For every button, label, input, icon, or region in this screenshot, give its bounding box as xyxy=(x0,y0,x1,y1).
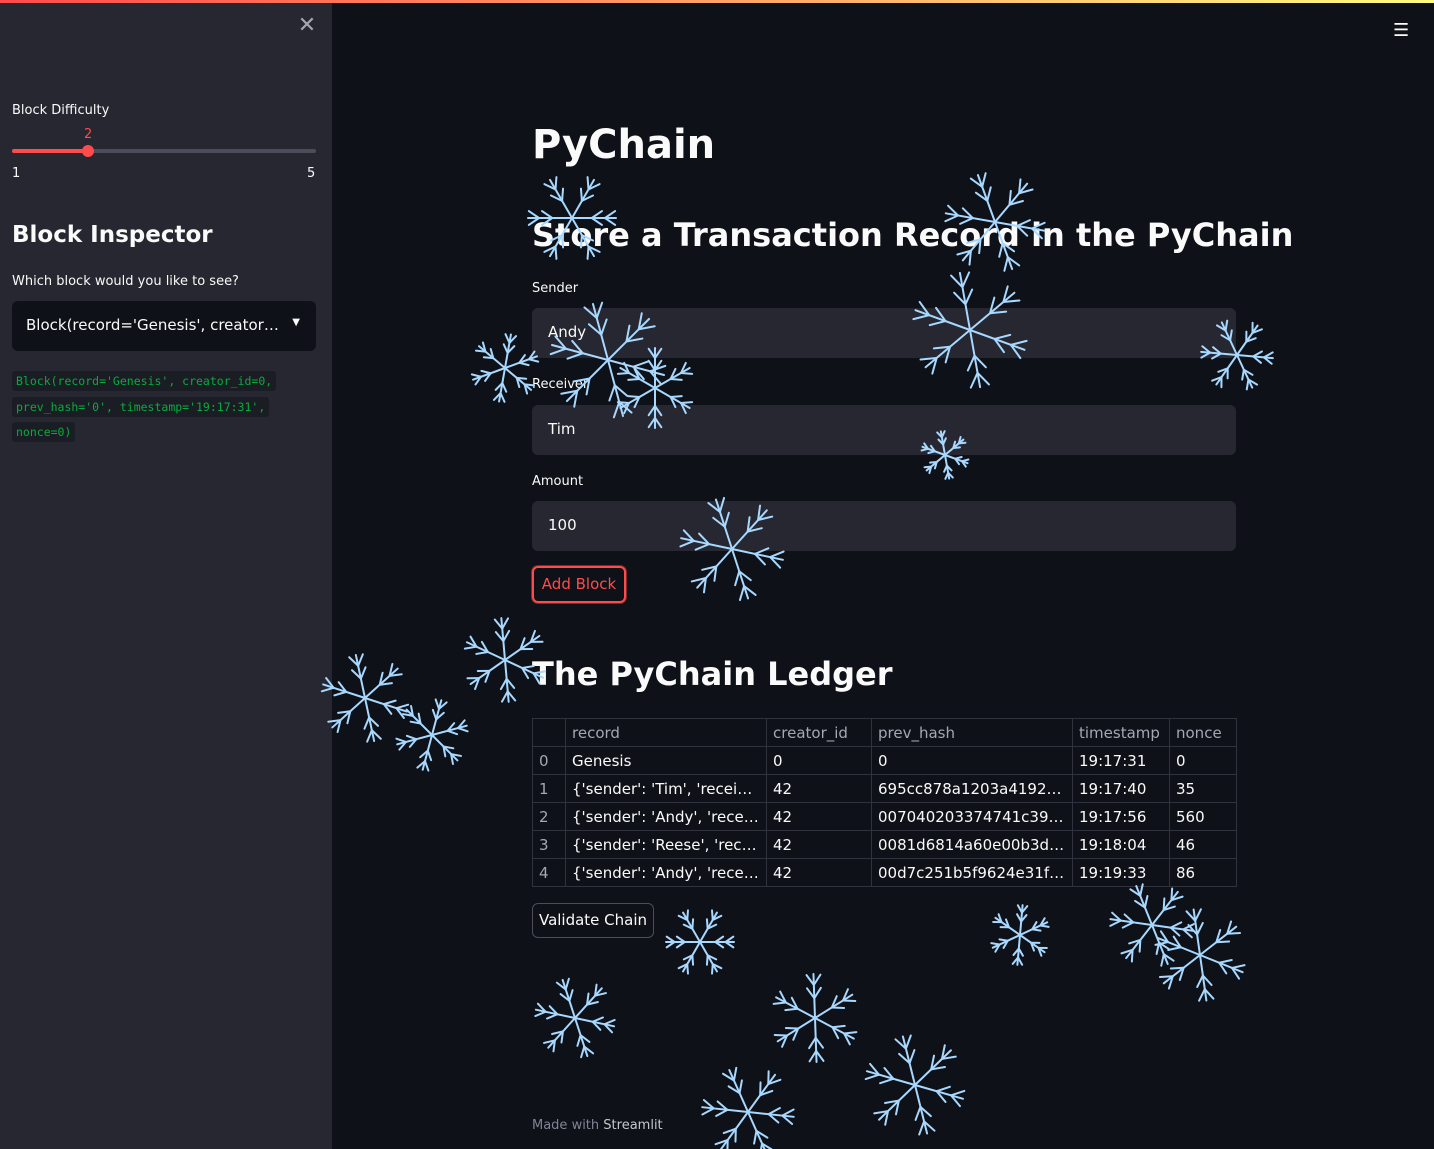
close-icon[interactable]: ✕ xyxy=(297,14,317,38)
snowflake-icon xyxy=(863,1033,967,1137)
cell-timestamp[interactable]: 19:17:31 xyxy=(1072,746,1170,775)
column-header-creator-id[interactable]: creator_id xyxy=(766,718,872,747)
snowflake-icon xyxy=(469,332,541,404)
receiver-label: Receiver xyxy=(532,377,589,392)
code-line: prev_hash='0', timestamp='19:17:31', xyxy=(12,396,270,417)
table-row: 4 {'sender': 'Andy', 'receiver'… 42 00d7… xyxy=(532,858,1237,887)
receiver-input-value: Tim xyxy=(548,420,576,438)
cell-record[interactable]: {'sender': 'Andy', 'receiver'… xyxy=(565,858,767,887)
footer-streamlit-link[interactable]: Streamlit xyxy=(603,1118,662,1133)
snowflake-icon xyxy=(1108,881,1196,969)
slider-max-label: 5 xyxy=(307,166,316,181)
snowflake-icon xyxy=(700,1064,796,1149)
cell-record[interactable]: {'sender': 'Tim', 'receiver': … xyxy=(565,774,767,803)
snowflake-icon xyxy=(533,976,617,1060)
sender-input-value: Andy xyxy=(548,323,587,341)
cell-creator-id[interactable]: 42 xyxy=(766,830,872,859)
app-top-decoration xyxy=(0,0,1434,3)
block-inspector-title: Block Inspector xyxy=(12,222,213,248)
cell-prev-hash[interactable]: 00d7c251b5f9624e31f6d9… xyxy=(871,858,1073,887)
block-code-output: Block(record='Genesis', creator_id=0, pr… xyxy=(12,369,302,446)
block-select[interactable]: Block(record='Genesis', creator_id=0, pr… xyxy=(12,301,316,351)
table-row: 2 {'sender': 'Andy', 'receiver'… 42 0070… xyxy=(532,802,1237,831)
cell-nonce[interactable]: 86 xyxy=(1169,858,1237,887)
block-select-label: Which block would you like to see? xyxy=(12,274,239,289)
cell-timestamp[interactable]: 19:17:56 xyxy=(1072,802,1170,831)
footer: Made with Streamlit xyxy=(532,1118,663,1133)
cell-record[interactable]: {'sender': 'Andy', 'receiver'… xyxy=(565,802,767,831)
cell-nonce[interactable]: 560 xyxy=(1169,802,1237,831)
footer-made-with: Made with xyxy=(532,1118,600,1133)
cell-timestamp[interactable]: 19:17:40 xyxy=(1072,774,1170,803)
table-header-row: record creator_id prev_hash timestamp no… xyxy=(532,718,1237,747)
amount-input[interactable]: 100 xyxy=(532,501,1236,551)
validate-chain-button[interactable]: Validate Chain xyxy=(532,903,654,938)
column-header-record[interactable]: record xyxy=(565,718,767,747)
snowflake-icon xyxy=(1152,907,1248,1003)
sidebar: ✕ Block Difficulty 2 1 5 Block Inspector… xyxy=(0,0,332,1149)
snowflake-icon xyxy=(769,972,861,1064)
snowflake-icon xyxy=(988,903,1052,967)
cell-creator-id[interactable]: 42 xyxy=(766,858,872,887)
row-index: 0 xyxy=(532,746,566,775)
block-select-value: Block(record='Genesis', creator_id=0, pr… xyxy=(26,316,281,334)
cell-prev-hash[interactable]: 007040203374741c396aa… xyxy=(871,802,1073,831)
cell-creator-id[interactable]: 42 xyxy=(766,802,872,831)
cell-creator-id[interactable]: 42 xyxy=(766,774,872,803)
row-index: 3 xyxy=(532,830,566,859)
page-title: PyChain xyxy=(532,122,716,168)
table-row: 3 {'sender': 'Reese', 'receive… 42 0081d… xyxy=(532,830,1237,859)
row-index: 1 xyxy=(532,774,566,803)
amount-label: Amount xyxy=(532,474,584,489)
block-difficulty-label: Block Difficulty xyxy=(12,103,110,118)
column-header-prev-hash[interactable]: prev_hash xyxy=(871,718,1073,747)
cell-record[interactable]: {'sender': 'Reese', 'receive… xyxy=(565,830,767,859)
cell-nonce[interactable]: 35 xyxy=(1169,774,1237,803)
cell-nonce[interactable]: 46 xyxy=(1169,830,1237,859)
column-header-timestamp[interactable]: timestamp xyxy=(1072,718,1170,747)
slider-min-label: 1 xyxy=(12,166,21,181)
table-row: 0 Genesis 0 0 19:17:31 0 xyxy=(532,746,1237,775)
code-line: Block(record='Genesis', creator_id=0, xyxy=(12,371,277,391)
receiver-input[interactable]: Tim xyxy=(532,405,1236,455)
slider-current-value: 2 xyxy=(84,127,93,142)
cell-prev-hash[interactable]: 0081d6814a60e00b3d400… xyxy=(871,830,1073,859)
code-line: nonce=0) xyxy=(12,422,76,442)
sender-label: Sender xyxy=(532,281,579,296)
ledger-table[interactable]: record creator_id prev_hash timestamp no… xyxy=(532,718,1237,887)
cell-timestamp[interactable]: 19:19:33 xyxy=(1072,858,1170,887)
slider-thumb[interactable] xyxy=(82,145,94,157)
form-title: Store a Transaction Record in the PyChai… xyxy=(532,216,1294,254)
column-header-nonce[interactable]: nonce xyxy=(1169,718,1237,747)
cell-record[interactable]: Genesis xyxy=(565,746,767,775)
hamburger-menu-icon[interactable]: ☰ xyxy=(1393,20,1409,41)
ledger-title: The PyChain Ledger xyxy=(532,655,893,693)
table-row: 1 {'sender': 'Tim', 'receiver': … 42 695… xyxy=(532,774,1237,803)
amount-input-value: 100 xyxy=(548,516,577,534)
difficulty-slider[interactable] xyxy=(12,145,316,157)
snowflake-icon xyxy=(394,697,470,773)
column-header-index[interactable] xyxy=(532,718,566,747)
cell-nonce[interactable]: 0 xyxy=(1169,746,1237,775)
snowflake-icon xyxy=(664,906,736,978)
cell-prev-hash[interactable]: 695cc878a1203a4192e17… xyxy=(871,774,1073,803)
row-index: 2 xyxy=(532,802,566,831)
slider-fill xyxy=(12,149,88,153)
add-block-button[interactable]: Add Block xyxy=(532,566,626,603)
snowflake-icon xyxy=(319,652,411,744)
sender-input[interactable]: Andy xyxy=(532,308,1236,358)
cell-prev-hash[interactable]: 0 xyxy=(871,746,1073,775)
chevron-down-icon: ▼ xyxy=(292,317,300,328)
cell-creator-id[interactable]: 0 xyxy=(766,746,872,775)
cell-timestamp[interactable]: 19:18:04 xyxy=(1072,830,1170,859)
row-index: 4 xyxy=(532,858,566,887)
